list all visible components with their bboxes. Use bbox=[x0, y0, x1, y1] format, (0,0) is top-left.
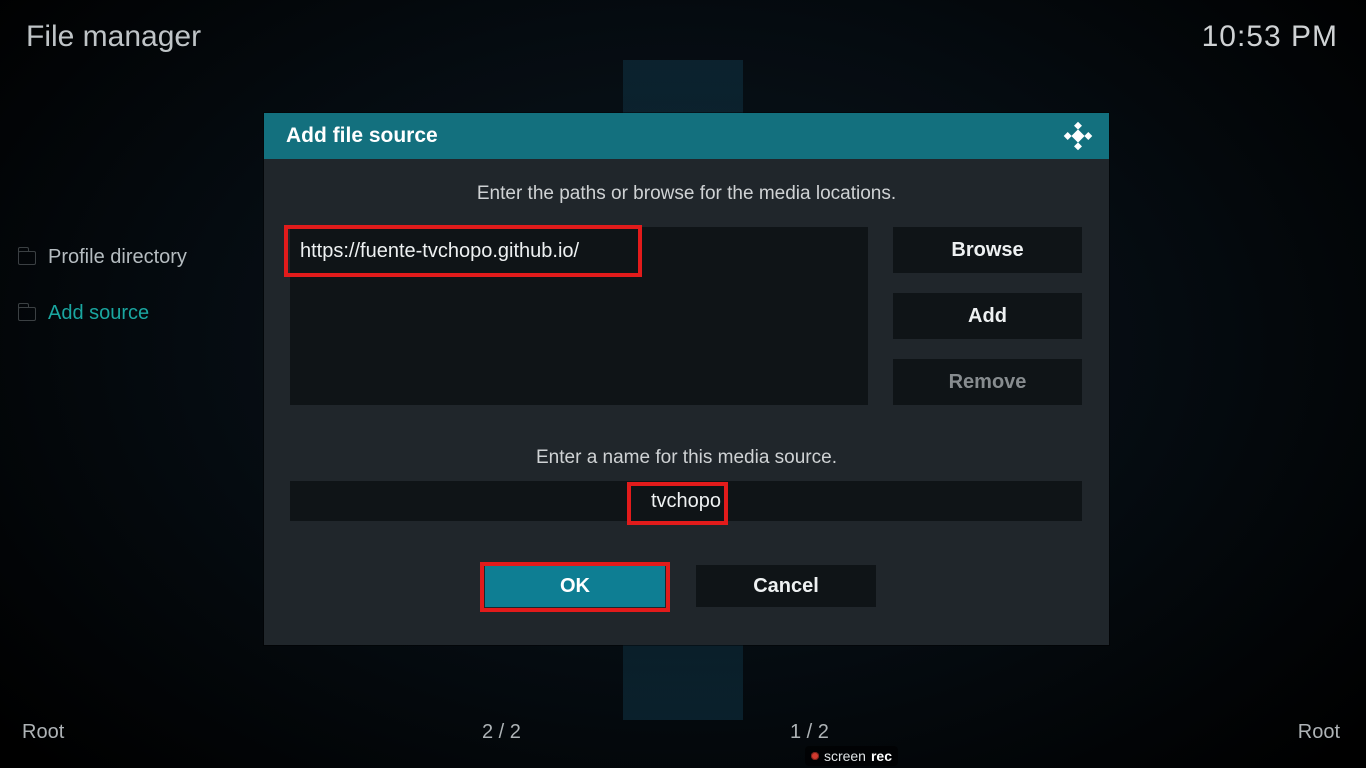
folder-icon bbox=[18, 307, 36, 321]
footer-root-left: Root bbox=[22, 721, 64, 744]
hint-name: Enter a name for this media source. bbox=[264, 447, 1109, 469]
footer-counter-right: 1 / 2 bbox=[790, 721, 829, 744]
clock: 10:53 PM bbox=[1202, 20, 1338, 54]
paths-list[interactable]: https://fuente-tvchopo.github.io/ bbox=[290, 227, 868, 405]
footer-root-right: Root bbox=[1298, 721, 1340, 744]
sidebar-item-profile-directory[interactable]: Profile directory bbox=[18, 246, 187, 269]
sidebar-item-label: Profile directory bbox=[48, 246, 187, 269]
add-file-source-dialog: Add file source Enter the paths or brows… bbox=[264, 113, 1109, 645]
folder-icon bbox=[18, 251, 36, 265]
add-button[interactable]: Add bbox=[893, 293, 1082, 339]
kodi-logo-icon bbox=[1063, 121, 1093, 151]
page-title: File manager bbox=[26, 20, 201, 54]
sidebar-item-label: Add source bbox=[48, 302, 149, 325]
dialog-body: Enter the paths or browse for the media … bbox=[264, 159, 1109, 645]
dialog-title: Add file source bbox=[286, 124, 438, 148]
badge-text-b: rec bbox=[871, 748, 892, 764]
footer-bar: Root 2 / 2 1 / 2 Root bbox=[0, 716, 1366, 748]
sidebar-item-add-source[interactable]: Add source bbox=[18, 302, 149, 325]
ok-button[interactable]: OK bbox=[485, 565, 665, 607]
remove-button: Remove bbox=[893, 359, 1082, 405]
path-input[interactable]: https://fuente-tvchopo.github.io/ bbox=[290, 227, 868, 275]
hint-paths: Enter the paths or browse for the media … bbox=[264, 183, 1109, 205]
footer-counter-left: 2 / 2 bbox=[482, 721, 521, 744]
dialog-titlebar: Add file source bbox=[264, 113, 1109, 159]
browse-button[interactable]: Browse bbox=[893, 227, 1082, 273]
source-name-input[interactable]: tvchopo bbox=[290, 481, 1082, 521]
badge-text-a: screen bbox=[824, 748, 866, 764]
cancel-button[interactable]: Cancel bbox=[696, 565, 876, 607]
app-root: File manager 10:53 PM Profile directory … bbox=[0, 0, 1366, 768]
screenrec-badge: screen rec bbox=[805, 746, 898, 766]
record-dot-icon bbox=[811, 752, 819, 760]
